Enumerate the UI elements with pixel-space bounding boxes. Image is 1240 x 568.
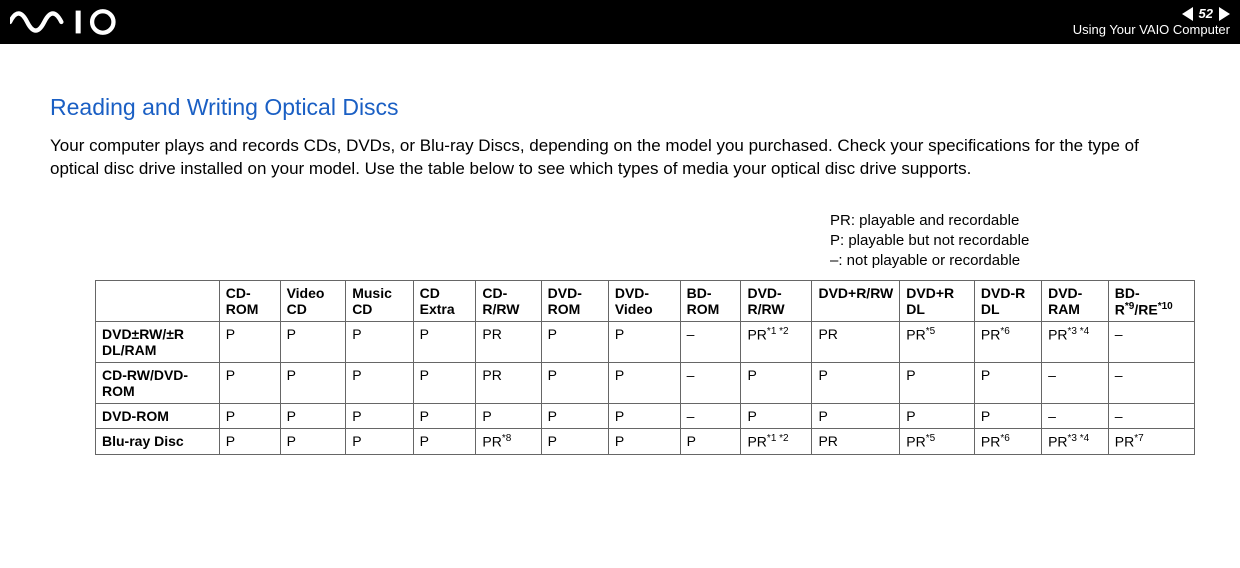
cell: P bbox=[974, 363, 1041, 404]
cell: P bbox=[476, 404, 541, 429]
topbar: 52 Using Your VAIO Computer bbox=[0, 0, 1240, 44]
cell: PR bbox=[476, 363, 541, 404]
cell: P bbox=[541, 363, 608, 404]
cell: PR bbox=[812, 322, 900, 363]
cell: – bbox=[1042, 363, 1109, 404]
table-row: DVD±RW/±R DL/RAM P P P P PR P P – PR*1 *… bbox=[96, 322, 1195, 363]
page-number: 52 bbox=[1199, 6, 1213, 22]
cell: P bbox=[413, 429, 476, 455]
cell: P bbox=[280, 322, 346, 363]
legend-line: P: playable but not recordable bbox=[830, 231, 1200, 251]
cell: P bbox=[219, 404, 280, 429]
cell: PR*7 bbox=[1108, 429, 1194, 455]
legend-line: PR: playable and recordable bbox=[830, 211, 1200, 231]
cell: PR*3 *4 bbox=[1042, 429, 1109, 455]
cell: P bbox=[413, 322, 476, 363]
cell: – bbox=[1108, 363, 1194, 404]
empty-header bbox=[96, 280, 220, 322]
cell: P bbox=[900, 363, 975, 404]
cell: P bbox=[219, 322, 280, 363]
cell: P bbox=[541, 322, 608, 363]
cell: P bbox=[346, 322, 413, 363]
row-label: CD-RW/DVD-ROM bbox=[96, 363, 220, 404]
cell: PR*5 bbox=[900, 322, 975, 363]
cell: – bbox=[1108, 404, 1194, 429]
content: Reading and Writing Optical Discs Your c… bbox=[0, 44, 1240, 455]
cell: PR bbox=[476, 322, 541, 363]
cell: PR*6 bbox=[974, 322, 1041, 363]
col-header: Video CD bbox=[280, 280, 346, 322]
col-header: BD-ROM bbox=[680, 280, 741, 322]
cell: P bbox=[413, 404, 476, 429]
col-header: DVD-R DL bbox=[974, 280, 1041, 322]
col-header: BD-R*9/RE*10 bbox=[1108, 280, 1194, 322]
cell: P bbox=[219, 363, 280, 404]
row-label: DVD-ROM bbox=[96, 404, 220, 429]
cell: P bbox=[346, 404, 413, 429]
row-label: DVD±RW/±R DL/RAM bbox=[96, 322, 220, 363]
disc-support-table: CD-ROM Video CD Music CD CD Extra CD-R/R… bbox=[95, 280, 1195, 455]
cell: – bbox=[680, 363, 741, 404]
cell: P bbox=[280, 429, 346, 455]
cell: P bbox=[608, 322, 680, 363]
cell: P bbox=[346, 363, 413, 404]
col-header: DVD+R/RW bbox=[812, 280, 900, 322]
table-row: DVD-ROM P P P P P P P – P P P P – – bbox=[96, 404, 1195, 429]
cell: PR*6 bbox=[974, 429, 1041, 455]
page-nav: 52 bbox=[1182, 6, 1230, 22]
cell: PR*8 bbox=[476, 429, 541, 455]
cell: P bbox=[608, 404, 680, 429]
legend: PR: playable and recordable P: playable … bbox=[830, 211, 1200, 272]
section-label: Using Your VAIO Computer bbox=[1073, 22, 1230, 38]
cell: P bbox=[413, 363, 476, 404]
cell: P bbox=[812, 363, 900, 404]
col-header: CD-R/RW bbox=[476, 280, 541, 322]
col-header: CD-ROM bbox=[219, 280, 280, 322]
cell: PR*3 *4 bbox=[1042, 322, 1109, 363]
col-header: DVD-RAM bbox=[1042, 280, 1109, 322]
cell: PR*1 *2 bbox=[741, 322, 812, 363]
table-row: Blu-ray Disc P P P P PR*8 P P P PR*1 *2 … bbox=[96, 429, 1195, 455]
vaio-logo bbox=[10, 9, 131, 35]
cell: PR bbox=[812, 429, 900, 455]
legend-line: –: not playable or recordable bbox=[830, 251, 1200, 271]
cell: – bbox=[680, 404, 741, 429]
cell: – bbox=[1042, 404, 1109, 429]
cell: P bbox=[541, 429, 608, 455]
cell: P bbox=[219, 429, 280, 455]
header-right: 52 Using Your VAIO Computer bbox=[1073, 6, 1230, 37]
row-label: Blu-ray Disc bbox=[96, 429, 220, 455]
cell: PR*5 bbox=[900, 429, 975, 455]
nav-prev-icon[interactable] bbox=[1182, 7, 1193, 21]
intro-paragraph: Your computer plays and records CDs, DVD… bbox=[50, 135, 1190, 181]
col-header: DVD-Video bbox=[608, 280, 680, 322]
cell: P bbox=[608, 363, 680, 404]
cell: P bbox=[280, 363, 346, 404]
page-title: Reading and Writing Optical Discs bbox=[50, 94, 1200, 121]
cell: – bbox=[1108, 322, 1194, 363]
cell: P bbox=[346, 429, 413, 455]
cell: P bbox=[741, 363, 812, 404]
cell: P bbox=[741, 404, 812, 429]
col-header: DVD+R DL bbox=[900, 280, 975, 322]
col-header: DVD-ROM bbox=[541, 280, 608, 322]
table-header-row: CD-ROM Video CD Music CD CD Extra CD-R/R… bbox=[96, 280, 1195, 322]
cell: P bbox=[608, 429, 680, 455]
cell: PR*1 *2 bbox=[741, 429, 812, 455]
col-header: Music CD bbox=[346, 280, 413, 322]
nav-next-icon[interactable] bbox=[1219, 7, 1230, 21]
cell: P bbox=[680, 429, 741, 455]
cell: P bbox=[900, 404, 975, 429]
cell: P bbox=[541, 404, 608, 429]
col-header: DVD-R/RW bbox=[741, 280, 812, 322]
table-row: CD-RW/DVD-ROM P P P P PR P P – P P P P –… bbox=[96, 363, 1195, 404]
cell: P bbox=[280, 404, 346, 429]
vaio-logo-svg bbox=[10, 9, 131, 35]
cell: P bbox=[812, 404, 900, 429]
col-header: CD Extra bbox=[413, 280, 476, 322]
cell: P bbox=[974, 404, 1041, 429]
cell: – bbox=[680, 322, 741, 363]
